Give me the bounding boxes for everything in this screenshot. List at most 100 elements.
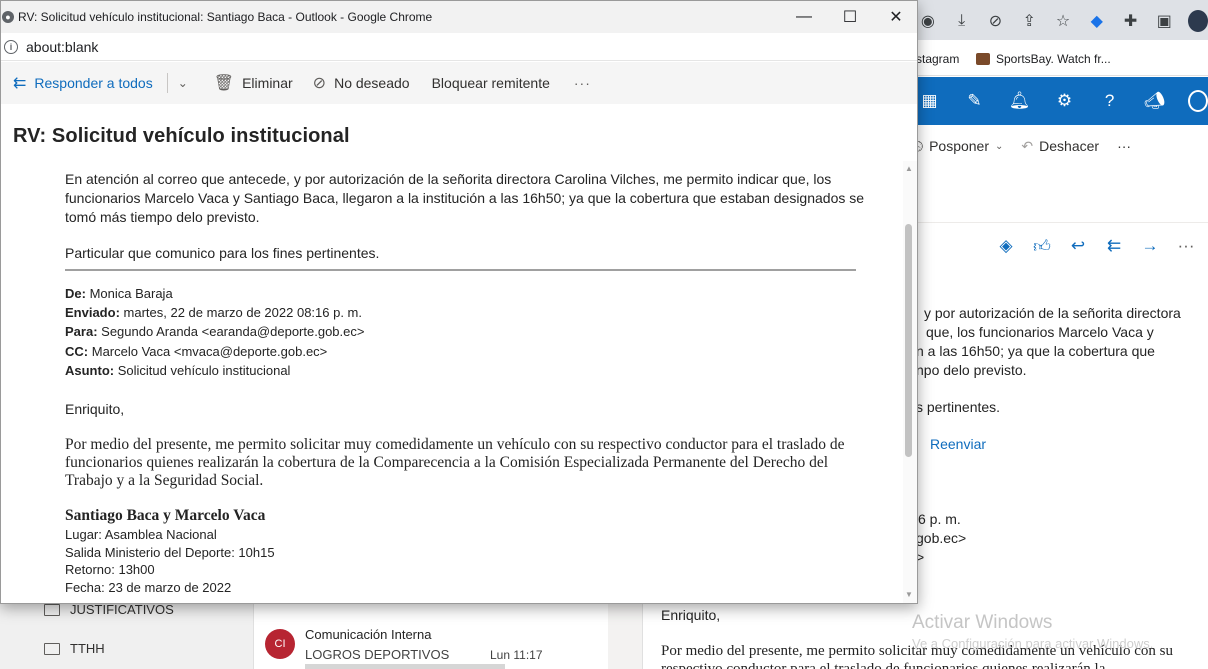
sportsbay-icon (976, 53, 990, 65)
windows-activation-title: Activar Windows (912, 612, 1053, 633)
sent-label: Enviado: (65, 305, 120, 320)
help-icon[interactable]: ? (1098, 91, 1121, 111)
gear-icon[interactable]: ⚙ (1053, 91, 1076, 111)
from-line: De: Monica Baraja (65, 285, 173, 302)
maximize-button[interactable]: ☐ (827, 1, 873, 33)
sent-line: Enviado: martes, 22 de marzo de 2022 08:… (65, 304, 362, 321)
bg-header-line: gob.ec> (916, 530, 967, 546)
bell-icon[interactable]: 🔔︎ (1008, 91, 1031, 111)
names-line: Santiago Baca y Marcelo Vaca (65, 507, 266, 524)
folder-tthh[interactable]: TTHH (44, 641, 105, 656)
tag-icon[interactable]: ◈ (996, 236, 1016, 257)
deshacer-label: Deshacer (1039, 138, 1100, 154)
to-line: Para: Segundo Aranda <earanda@deporte.go… (65, 323, 364, 340)
closing-paragraph: Particular que comunico para los fines p… (65, 245, 380, 261)
subject-value: Solicitud vehículo institucional (117, 363, 291, 378)
chrome-icon: ● (2, 11, 14, 23)
address-bar[interactable]: i about:blank (1, 33, 917, 61)
reply-all-label: Responder a todos (34, 75, 153, 91)
address-text: about:blank (26, 38, 99, 55)
block-sender-button[interactable]: Bloquear remitente (432, 62, 550, 104)
toolbar-divider (166, 73, 168, 93)
mail-toolbar: ⇇ Responder a todos ⌄ 🗑︎ Eliminar ⊘ No d… (1, 62, 917, 104)
reply-all-icon: ⇇ (13, 75, 27, 92)
undo-icon: ↶ (1021, 137, 1034, 154)
folder-icon (44, 603, 60, 616)
message-actions: ◈ 👍︎ ↩ ⇇ → ··· (996, 236, 1196, 257)
background-command-bar: 🕓︎Posponer⌄ ↶ Deshacer ··· (912, 130, 1208, 162)
bg-header-line: 6 p. m. (918, 511, 961, 527)
mail-body: En atención al correo que antecede, y po… (1, 161, 917, 603)
date-line: Fecha: 23 de marzo de 2022 (65, 580, 232, 595)
extension-diamond-icon[interactable]: ◆ (1087, 11, 1107, 31)
to-value: Segundo Aranda <earanda@deporte.gob.ec> (101, 324, 365, 339)
minimize-button[interactable]: — (781, 1, 827, 33)
folder-label: TTHH (70, 641, 105, 656)
request-paragraph: Por medio del presente, me permito solic… (65, 436, 845, 489)
scrollbar-thumb[interactable] (905, 224, 912, 457)
delete-label: Eliminar (242, 75, 293, 91)
cc-line: CC: Marcelo Vaca <mvaca@deporte.gob.ec> (65, 343, 327, 360)
deshacer-button[interactable]: ↶ Deshacer (1021, 138, 1099, 155)
to-label: Para: (65, 324, 98, 339)
chevron-down-icon: ⌄ (177, 76, 188, 90)
bookmark-star-icon[interactable]: ☆ (1053, 11, 1073, 31)
outlook-header-bar: ▦ ✎ 🔔︎ ⚙ ? 📣︎ (912, 77, 1208, 125)
info-icon[interactable]: i (4, 39, 18, 54)
junk-label: No deseado (334, 75, 410, 91)
download-icon[interactable]: ⤓ (952, 12, 972, 30)
reply-all-button[interactable]: ⇇ Responder a todos (13, 62, 153, 104)
extension-toolbar: ◉ ⤓ ⊘ ⇪ ☆ ◆ ✚ ▣ (912, 8, 1208, 34)
posponer-button[interactable]: 🕓︎Posponer⌄ (912, 138, 1003, 155)
todo-icon[interactable]: ✎ (963, 91, 986, 111)
bg-reading-line: n a las 16h50; ya que la cobertura que (916, 343, 1155, 359)
return-line: Retorno: 13h00 (65, 562, 155, 577)
list-item-preview (305, 664, 505, 669)
more-actions-button[interactable]: ··· (1117, 138, 1131, 154)
windows-activation-subtitle: Ve a Configuración para activar Windows. (912, 636, 1154, 651)
reply-all-icon[interactable]: ⇇ (1104, 236, 1124, 257)
megaphone-icon[interactable]: 📣︎ (1143, 91, 1166, 111)
window-titlebar[interactable]: ● RV: Solicitud vehículo institucional: … (1, 1, 917, 33)
folder-justificativos[interactable]: JUSTIFICATIVOS (44, 602, 174, 617)
bg-reading-line: s pertinentes. (916, 399, 1001, 415)
more-icon[interactable]: ··· (1176, 236, 1196, 257)
list-item-sender[interactable]: Comunicación Interna (305, 627, 431, 642)
scroll-up-arrow[interactable]: ▲ (905, 164, 913, 173)
reenviar-link[interactable]: Reenviar (930, 436, 986, 452)
eye-icon[interactable]: ◉ (918, 11, 938, 31)
more-options-button[interactable]: ··· (574, 62, 591, 104)
bg-reading-line: npo delo previsto. (916, 362, 1027, 378)
greeting: Enriquito, (65, 401, 125, 417)
subject-label: Asunto: (65, 363, 115, 378)
chevron-down-icon: ⌄ (995, 140, 1004, 152)
from-label: De: (65, 286, 86, 301)
teams-icon[interactable]: ▦ (918, 91, 941, 111)
bookmark-instagram[interactable]: stagram (916, 52, 959, 66)
scroll-down-arrow[interactable]: ▼ (905, 590, 913, 599)
reply-icon[interactable]: ↩ (1068, 236, 1088, 257)
bg-reading-line: y por autorización de la señorita direct… (924, 305, 1181, 321)
folder-label: JUSTIFICATIVOS (70, 602, 174, 617)
profile-avatar[interactable] (1188, 10, 1208, 32)
sent-value: martes, 22 de marzo de 2022 08:16 p. m. (123, 305, 362, 320)
forward-icon[interactable]: → (1140, 236, 1160, 257)
delete-button[interactable]: 🗑︎ Eliminar (214, 62, 293, 104)
list-item-subject[interactable]: LOGROS DEPORTIVOS (305, 647, 449, 662)
hide-icon[interactable]: ⊘ (986, 11, 1006, 31)
bg-mail-greeting: Enriquito, (661, 607, 721, 623)
bookmark-sportsbay[interactable]: SportsBay. Watch fr... (976, 52, 1111, 66)
account-icon[interactable] (1188, 90, 1208, 112)
like-icon[interactable]: 👍︎ (1032, 236, 1052, 257)
list-item-time: Lun 11:17 (490, 648, 543, 662)
block-icon: ⊘ (312, 75, 327, 92)
popup-mail-window: ● RV: Solicitud vehículo institucional: … (0, 0, 918, 604)
cc-label: CC: (65, 344, 89, 359)
reply-options-chevron[interactable]: ⌄ (178, 62, 188, 104)
mail-subject: RV: Solicitud vehículo institucional (13, 125, 350, 147)
close-button[interactable]: ✕ (873, 1, 917, 33)
puzzle-icon[interactable]: ✚ (1121, 11, 1141, 31)
junk-button[interactable]: ⊘ No deseado (313, 62, 410, 104)
sidepanel-icon[interactable]: ▣ (1154, 11, 1174, 31)
share-icon[interactable]: ⇪ (1019, 11, 1039, 31)
